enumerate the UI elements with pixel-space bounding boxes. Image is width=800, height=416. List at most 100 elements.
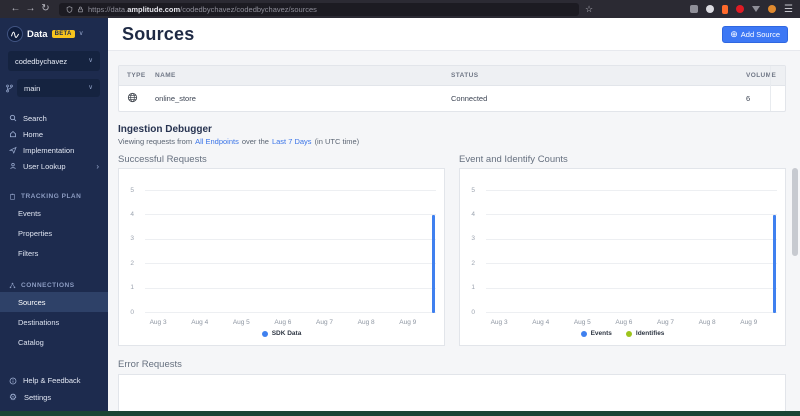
- git-branch-icon: [6, 84, 13, 92]
- page-title: Sources: [122, 23, 195, 44]
- extension-icon[interactable]: [722, 4, 729, 14]
- legend-item[interactable]: Events: [580, 330, 612, 337]
- hamburger-menu-icon[interactable]: ☰: [784, 4, 793, 15]
- sidebar-item-help-feedback[interactable]: Help & Feedback: [0, 372, 108, 389]
- extension-icons: [690, 4, 777, 14]
- sidebar-item-properties[interactable]: Properties: [0, 223, 108, 243]
- gridline: [145, 238, 436, 240]
- globe-icon: [127, 92, 138, 103]
- extension-icon[interactable]: [690, 5, 699, 13]
- event-identify-chart-block: Event and Identify Counts 012345 Aug 3 Au…: [459, 154, 786, 346]
- chevron-right-icon: ›: [96, 161, 99, 171]
- back-icon[interactable]: ←: [8, 4, 23, 14]
- sidebar-item-user-lookup[interactable]: User Lookup ›: [0, 158, 108, 174]
- x-tick-label: Aug 6: [615, 319, 633, 326]
- successful-requests-chart-block: Successful Requests 012345 Aug 3 Aug 4 Aug…: [118, 154, 445, 346]
- page-content: TYPE NAME STATUS VOLUME online_store Con…: [108, 51, 800, 411]
- all-endpoints-link[interactable]: All Endpoints: [195, 137, 239, 146]
- gridline: [486, 312, 777, 313]
- clipboard-icon: [10, 193, 15, 200]
- chart-bar: [432, 215, 435, 313]
- section-header-tracking-plan: TRACKING PLAN: [0, 189, 108, 203]
- extension-icon[interactable]: [768, 5, 777, 13]
- chart-legend: SDK Data: [119, 330, 444, 337]
- forward-icon[interactable]: →: [23, 4, 38, 14]
- sidebar-item-search[interactable]: Search: [0, 110, 108, 126]
- product-switcher[interactable]: Data BETA ∨: [0, 18, 108, 44]
- extension-icon[interactable]: [736, 5, 745, 13]
- add-source-button[interactable]: ⊕ Add Source: [722, 25, 788, 43]
- x-tick-label: Aug 8: [698, 319, 716, 326]
- y-tick-label: 5: [471, 186, 475, 194]
- source-volume-cell: 6: [746, 94, 751, 103]
- table-row[interactable]: online_store Connected 6: [119, 86, 785, 111]
- user-icon: [10, 162, 16, 169]
- x-tick-label: Aug 3: [490, 319, 508, 326]
- sidebar-item-home[interactable]: Home: [0, 126, 108, 142]
- event-identify-counts-chart: 012345 Aug 3 Aug 4 Aug 5 Aug 6 Aug 7 Aug 8 Aug…: [459, 168, 786, 346]
- sidebar-item-implementation[interactable]: Implementation: [0, 142, 108, 158]
- connections-icon: [9, 282, 16, 288]
- main-content: Sources ⊕ Add Source TYPE NAME STATUS VO…: [108, 18, 800, 411]
- charts-row: Successful Requests 012345 Aug 3 Aug 4 Aug…: [118, 154, 786, 346]
- y-tick-label: 1: [471, 284, 475, 292]
- x-tick-label: Aug 6: [274, 319, 292, 326]
- lock-icon: [78, 6, 83, 12]
- sidebar-item-events[interactable]: Events: [0, 203, 108, 223]
- legend-label: SDK Data: [271, 330, 302, 337]
- browser-chrome: ← → ↻ https://data.amplitude.com/codedby…: [0, 0, 800, 18]
- gridline: [145, 190, 436, 191]
- workspace-select[interactable]: codedbychavez ∨: [8, 51, 100, 71]
- sidebar-item-sources[interactable]: Sources: [0, 292, 108, 312]
- sidebar-item-label: Help & Feedback: [23, 376, 81, 385]
- gridline: [486, 238, 777, 240]
- url-bar[interactable]: https://data.amplitude.com/codedbychavez…: [59, 2, 579, 16]
- y-tick-label: 5: [130, 186, 134, 194]
- column-header-type: TYPE: [127, 72, 146, 79]
- plot-area: [145, 190, 436, 313]
- sidebar-item-settings[interactable]: ⚙ Settings: [0, 389, 108, 406]
- source-name-cell: online_store: [155, 94, 196, 103]
- y-tick-label: 4: [130, 210, 134, 218]
- last-7-days-link[interactable]: Last 7 Days: [272, 137, 312, 146]
- gridline: [486, 214, 777, 216]
- extension-icon[interactable]: [752, 6, 761, 12]
- sidebar-item-catalog[interactable]: Catalog: [0, 332, 108, 352]
- sidebar-nav: Search Home Implementation User Lookup ›: [0, 110, 108, 174]
- legend-item[interactable]: Identifies: [625, 330, 664, 337]
- x-tick-label: Aug 3: [149, 319, 167, 326]
- scrollbar-thumb[interactable]: [792, 168, 798, 256]
- beta-badge: BETA: [51, 30, 75, 38]
- home-icon: [10, 130, 16, 138]
- bookmark-star-icon[interactable]: ☆: [585, 4, 593, 15]
- sidebar-item-label: Search: [23, 113, 47, 123]
- sidebar-item-filters[interactable]: Filters: [0, 243, 108, 263]
- gridline: [486, 287, 777, 289]
- branch-row: main ∨: [5, 79, 100, 97]
- section-title: CONNECTIONS: [21, 281, 75, 289]
- column-header-volume: VOLUME: [746, 72, 777, 79]
- scrollbar: [790, 18, 800, 411]
- page-header: Sources ⊕ Add Source: [108, 18, 800, 51]
- plus-circle-icon: ⊕: [730, 28, 738, 39]
- extension-icon[interactable]: [706, 5, 715, 13]
- branch-select[interactable]: main ∨: [17, 79, 100, 97]
- shield-icon: [66, 5, 73, 13]
- gridline: [145, 263, 436, 265]
- sidebar-item-destinations[interactable]: Destinations: [0, 312, 108, 332]
- ingestion-debugger-title: Ingestion Debugger: [118, 124, 212, 135]
- x-tick-label: Aug 8: [357, 319, 375, 326]
- sidebar-footer: Help & Feedback ⚙ Settings: [0, 372, 108, 406]
- add-source-label: Add Source: [740, 29, 780, 39]
- branch-name: main: [24, 83, 41, 93]
- x-tick-label: Aug 5: [573, 319, 591, 326]
- paper-plane-icon: [9, 146, 17, 154]
- reload-icon[interactable]: ↻: [38, 4, 53, 14]
- bottom-edge-strip: [0, 411, 800, 416]
- search-icon: [9, 114, 17, 122]
- error-requests-title: Error Requests: [118, 359, 182, 370]
- sidebar-item-label: Home: [23, 129, 44, 139]
- sidebar: Data BETA ∨ codedbychavez ∨ main ∨ Searc…: [0, 18, 108, 411]
- legend-dot: [261, 330, 268, 337]
- legend-item[interactable]: SDK Data: [261, 330, 302, 337]
